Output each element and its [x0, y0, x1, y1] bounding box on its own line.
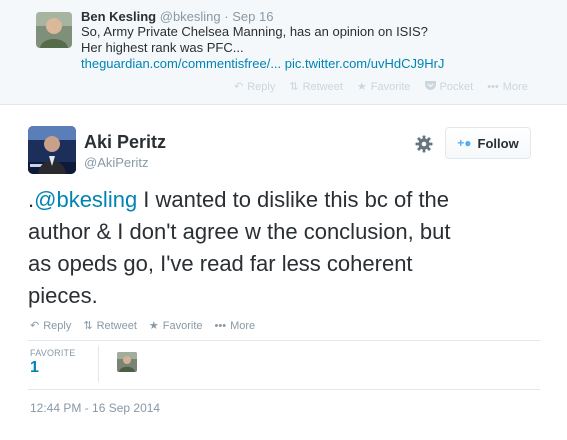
reply-icon: ↶	[234, 81, 244, 93]
author-name[interactable]: Aki Peritz	[84, 132, 166, 153]
author-avatar[interactable]	[28, 126, 76, 174]
parent-reply-button[interactable]: ↶ Reply	[234, 80, 276, 94]
parent-header: Ben Kesling @bkesling · Sep 16	[81, 9, 273, 24]
parent-article-link[interactable]: theguardian.com/commentisfree/...	[81, 56, 281, 71]
pocket-icon	[424, 80, 436, 93]
retweet-icon: ⇅	[289, 81, 299, 93]
parent-tweet[interactable]: Ben Kesling @bkesling · Sep 16 So, Army …	[0, 0, 567, 105]
parent-reply-label: Reply	[247, 80, 276, 93]
parent-tweet-text: So, Army Private Chelsea Manning, has an…	[81, 24, 551, 72]
parent-avatar[interactable]	[36, 12, 72, 48]
parent-favorite-button[interactable]: ★ Favorite	[356, 80, 411, 94]
follow-label: Follow	[477, 135, 519, 151]
retweet-icon: ⇅	[83, 320, 93, 332]
parent-pic-link[interactable]: pic.twitter.com/uvHdCJ9HrJ	[285, 56, 445, 71]
reply-icon: ↶	[30, 320, 40, 332]
parent-retweet-button[interactable]: ⇅ Retweet	[289, 80, 343, 94]
more-button[interactable]: ••• More	[215, 320, 256, 332]
parent-pocket-label: Pocket	[439, 80, 474, 93]
reply-label: Reply	[43, 319, 72, 332]
parent-text-line: Her highest rank was PFC...	[81, 40, 244, 55]
parent-retweet-label: Retweet	[302, 80, 343, 93]
tweet-timestamp: 12:44 PM - 16 Sep 2014	[30, 401, 161, 415]
tweet-text-line: pieces.	[28, 283, 98, 308]
tweet-text-rest: I wanted to dislike this bc of the	[137, 187, 450, 212]
parent-links: theguardian.com/commentisfree/... pic.tw…	[81, 56, 551, 72]
stats-separator	[98, 346, 99, 382]
parent-author-handle[interactable]: @bkesling	[160, 9, 221, 24]
parent-actions: ↶ Reply ⇅ Retweet ★ Favorite Pocket ••• …	[234, 80, 528, 94]
reply-button[interactable]: ↶ Reply	[30, 319, 72, 333]
add-user-icon: +●	[457, 136, 472, 150]
parent-separator: ·	[224, 9, 229, 24]
more-label: More	[230, 319, 256, 332]
star-icon: ★	[356, 81, 367, 93]
divider	[28, 389, 540, 390]
retweet-button[interactable]: ⇅ Retweet	[83, 319, 137, 333]
mention-link[interactable]: @bkesling	[34, 187, 137, 212]
tweet-text-line: author & I don't agree w the conclusion,…	[28, 219, 451, 244]
favorite-label: Favorite	[162, 319, 203, 332]
retweet-label: Retweet	[96, 319, 137, 332]
tweet-text-line: as opeds go, I've read far less coherent	[28, 251, 413, 276]
divider	[28, 340, 540, 341]
tweet-text: .@bkesling I wanted to dislike this bc o…	[28, 184, 548, 312]
parent-date[interactable]: Sep 16	[232, 9, 273, 24]
tweet-text-line: .@bkesling I wanted to dislike this bc o…	[28, 184, 548, 216]
favoriter-avatar[interactable]	[117, 352, 137, 372]
favorites-stat-label: FAVORITE	[30, 348, 76, 358]
parent-text-line: So, Army Private Chelsea Manning, has an…	[81, 24, 428, 39]
parent-favorite-label: Favorite	[370, 80, 411, 93]
author-handle[interactable]: @AkiPeritz	[84, 155, 149, 170]
parent-author-name[interactable]: Ben Kesling	[81, 9, 156, 24]
parent-more-label: More	[502, 80, 528, 93]
tweet-actions: ↶ Reply ⇅ Retweet ★ Favorite ••• More	[30, 319, 256, 333]
ellipsis-icon: •••	[487, 80, 499, 93]
parent-more-button[interactable]: ••• More	[487, 81, 528, 93]
favorites-stat-count[interactable]: 1	[30, 359, 39, 377]
settings-button[interactable]	[413, 133, 435, 155]
star-icon: ★	[148, 320, 159, 332]
favorite-button[interactable]: ★ Favorite	[148, 319, 203, 333]
parent-pocket-button[interactable]: Pocket	[424, 80, 474, 93]
follow-button[interactable]: +● Follow	[445, 127, 531, 159]
gear-icon	[415, 135, 433, 153]
ellipsis-icon: •••	[214, 319, 227, 332]
